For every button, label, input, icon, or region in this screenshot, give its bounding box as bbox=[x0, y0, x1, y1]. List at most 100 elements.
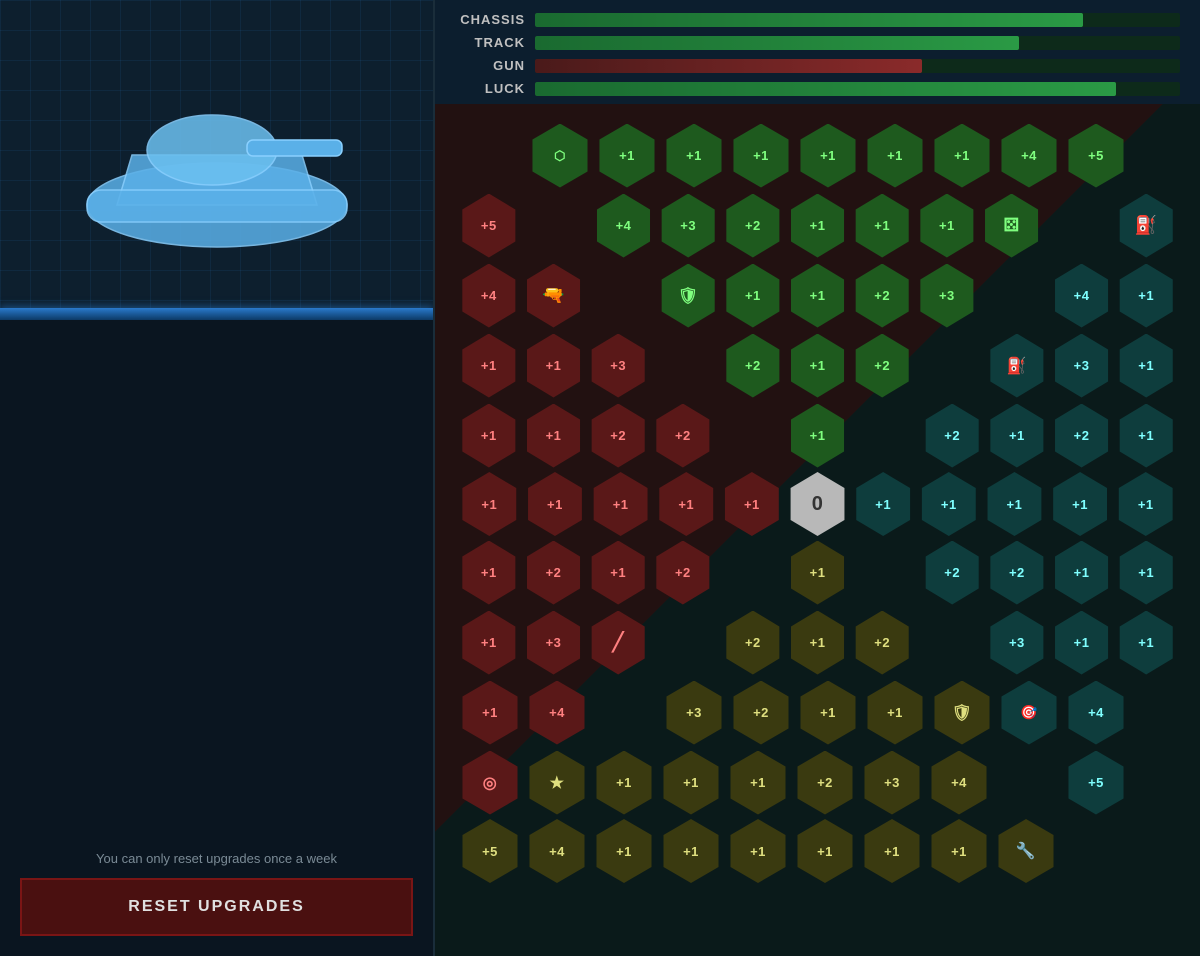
hex-r10c4[interactable]: +1 bbox=[726, 819, 790, 883]
hex-r7c6[interactable]: +1 bbox=[1051, 611, 1113, 675]
hex-r6c4[interactable]: +1 bbox=[787, 541, 849, 605]
hex-r1c6[interactable]: +1 bbox=[916, 194, 978, 258]
hex-r8c1[interactable]: +4 bbox=[525, 681, 589, 745]
hex-r10c7[interactable]: +1 bbox=[927, 819, 991, 883]
hex-r4c7[interactable]: +2 bbox=[1051, 404, 1113, 468]
hex-r4c3[interactable]: +2 bbox=[652, 404, 714, 468]
hex-r6c3[interactable]: +2 bbox=[652, 541, 714, 605]
hex-r2c8[interactable]: +1 bbox=[1115, 264, 1177, 328]
hex-r0c6[interactable]: +1 bbox=[930, 124, 994, 188]
hex-r8c5[interactable]: +1 bbox=[863, 681, 927, 745]
hex-r6c1[interactable]: +2 bbox=[523, 541, 585, 605]
hex-r3c7[interactable]: +3 bbox=[1051, 334, 1113, 398]
hex-r0c3[interactable]: +1 bbox=[729, 124, 793, 188]
hex-r2c3[interactable]: +1 bbox=[722, 264, 784, 328]
hex-r5c7[interactable]: +1 bbox=[983, 472, 1046, 536]
hex-r10c0[interactable]: +5 bbox=[458, 819, 522, 883]
hex-r10c2[interactable]: +1 bbox=[592, 819, 656, 883]
hex-r8c3[interactable]: +2 bbox=[729, 681, 793, 745]
hex-r7c0[interactable]: +1 bbox=[458, 611, 520, 675]
hex-r8c6[interactable]: +4 bbox=[1064, 681, 1128, 745]
hex-target-icon[interactable]: ◎ bbox=[458, 751, 522, 815]
hex-r2c4[interactable]: +1 bbox=[787, 264, 849, 328]
hex-r8c2[interactable]: +3 bbox=[662, 681, 726, 745]
hex-r4c2[interactable]: +2 bbox=[587, 404, 649, 468]
hex-r1c1[interactable]: +4 bbox=[593, 194, 655, 258]
hex-r6c2[interactable]: +1 bbox=[587, 541, 649, 605]
hex-star-icon[interactable]: ★ bbox=[525, 751, 589, 815]
hex-r9c4[interactable]: +2 bbox=[793, 751, 857, 815]
hex-r9c6[interactable]: +4 bbox=[927, 751, 991, 815]
hex-dice-icon[interactable]: ⚄ bbox=[981, 194, 1043, 258]
hex-r9c5[interactable]: +3 bbox=[860, 751, 924, 815]
hex-r5c0[interactable]: +1 bbox=[458, 472, 521, 536]
hex-r5c6[interactable]: +1 bbox=[917, 472, 980, 536]
hex-r10c3[interactable]: +1 bbox=[659, 819, 723, 883]
hex-r8c0[interactable]: +1 bbox=[458, 681, 522, 745]
hex-r6c7[interactable]: +1 bbox=[1051, 541, 1113, 605]
hex-r0c1[interactable]: +1 bbox=[595, 124, 659, 188]
hex-r7c5[interactable]: +3 bbox=[986, 611, 1048, 675]
hex-shield2-icon[interactable]: 🛡 bbox=[930, 681, 994, 745]
hex-r10c6[interactable]: +1 bbox=[860, 819, 924, 883]
hex-r1c3[interactable]: +2 bbox=[722, 194, 784, 258]
hex-r0c5[interactable]: +1 bbox=[863, 124, 927, 188]
hex-r9c1[interactable]: +1 bbox=[592, 751, 656, 815]
hex-r2c0[interactable]: +4 bbox=[458, 264, 520, 328]
hex-r8c4[interactable]: +1 bbox=[796, 681, 860, 745]
hex-r2c5[interactable]: +2 bbox=[851, 264, 913, 328]
hex-gun-icon[interactable]: 🔫 bbox=[523, 264, 585, 328]
hex-r4c4[interactable]: +1 bbox=[787, 404, 849, 468]
hex-r3c4[interactable]: +1 bbox=[787, 334, 849, 398]
hex-r5c2[interactable]: +1 bbox=[589, 472, 652, 536]
hex-r3c3[interactable]: +2 bbox=[722, 334, 784, 398]
hex-r1c2[interactable]: +3 bbox=[657, 194, 719, 258]
hex-center-zero[interactable]: 0 bbox=[786, 472, 849, 536]
hex-r1c0[interactable]: +5 bbox=[458, 194, 520, 258]
hex-r9c3[interactable]: +1 bbox=[726, 751, 790, 815]
hex-r5c8[interactable]: +1 bbox=[1049, 472, 1112, 536]
hex-shield-icon[interactable]: 🛡 bbox=[657, 264, 719, 328]
hex-r1c5[interactable]: +1 bbox=[851, 194, 913, 258]
hex-chip-icon[interactable]: ⬡ bbox=[528, 124, 592, 188]
hex-r0c8[interactable]: +5 bbox=[1064, 124, 1128, 188]
hex-r3c1[interactable]: +1 bbox=[523, 334, 585, 398]
hex-r6c6[interactable]: +2 bbox=[986, 541, 1048, 605]
hex-r3c8[interactable]: +1 bbox=[1115, 334, 1177, 398]
hex-r5c1[interactable]: +1 bbox=[524, 472, 587, 536]
hex-r7c4[interactable]: +2 bbox=[851, 611, 913, 675]
hex-r5c3[interactable]: +1 bbox=[655, 472, 718, 536]
hex-r3c0[interactable]: +1 bbox=[458, 334, 520, 398]
hex-r1c4[interactable]: +1 bbox=[787, 194, 849, 258]
hex-r7c7[interactable]: +1 bbox=[1115, 611, 1177, 675]
hex-r6c5[interactable]: +2 bbox=[921, 541, 983, 605]
hex-slash-icon[interactable]: ╱ bbox=[587, 611, 649, 675]
hex-r9c2[interactable]: +1 bbox=[659, 751, 723, 815]
reset-upgrades-button[interactable]: RESET UPGRADES bbox=[20, 878, 413, 936]
hex-r10c5[interactable]: +1 bbox=[793, 819, 857, 883]
hex-r6c8[interactable]: +1 bbox=[1115, 541, 1177, 605]
hex-wrench-icon[interactable]: 🔧 bbox=[994, 819, 1058, 883]
hex-r4c8[interactable]: +1 bbox=[1115, 404, 1177, 468]
hex-r5c9[interactable]: +1 bbox=[1114, 472, 1177, 536]
hex-r4c6[interactable]: +1 bbox=[986, 404, 1048, 468]
hex-r0c4[interactable]: +1 bbox=[796, 124, 860, 188]
hex-r7c2[interactable]: +2 bbox=[722, 611, 784, 675]
hex-r2c6[interactable]: +3 bbox=[916, 264, 978, 328]
hex-fuel-can-icon[interactable]: ⛽ bbox=[1115, 194, 1177, 258]
hex-r0c7[interactable]: +4 bbox=[997, 124, 1061, 188]
hex-r5c4[interactable]: +1 bbox=[721, 472, 784, 536]
hex-r4c0[interactable]: +1 bbox=[458, 404, 520, 468]
hex-r7c1[interactable]: +3 bbox=[523, 611, 585, 675]
hex-tank2-icon[interactable]: 🎯 bbox=[997, 681, 1061, 745]
hex-r4c5[interactable]: +2 bbox=[921, 404, 983, 468]
hex-r5c5[interactable]: +1 bbox=[852, 472, 915, 536]
hex-r9c7[interactable]: +5 bbox=[1064, 751, 1128, 815]
hex-r2c7[interactable]: +4 bbox=[1051, 264, 1113, 328]
hex-r3c2[interactable]: +3 bbox=[587, 334, 649, 398]
hex-r0c2[interactable]: +1 bbox=[662, 124, 726, 188]
hex-r10c1[interactable]: +4 bbox=[525, 819, 589, 883]
hex-r7c3[interactable]: +1 bbox=[787, 611, 849, 675]
hex-r3c5[interactable]: +2 bbox=[851, 334, 913, 398]
hex-r4c1[interactable]: +1 bbox=[523, 404, 585, 468]
